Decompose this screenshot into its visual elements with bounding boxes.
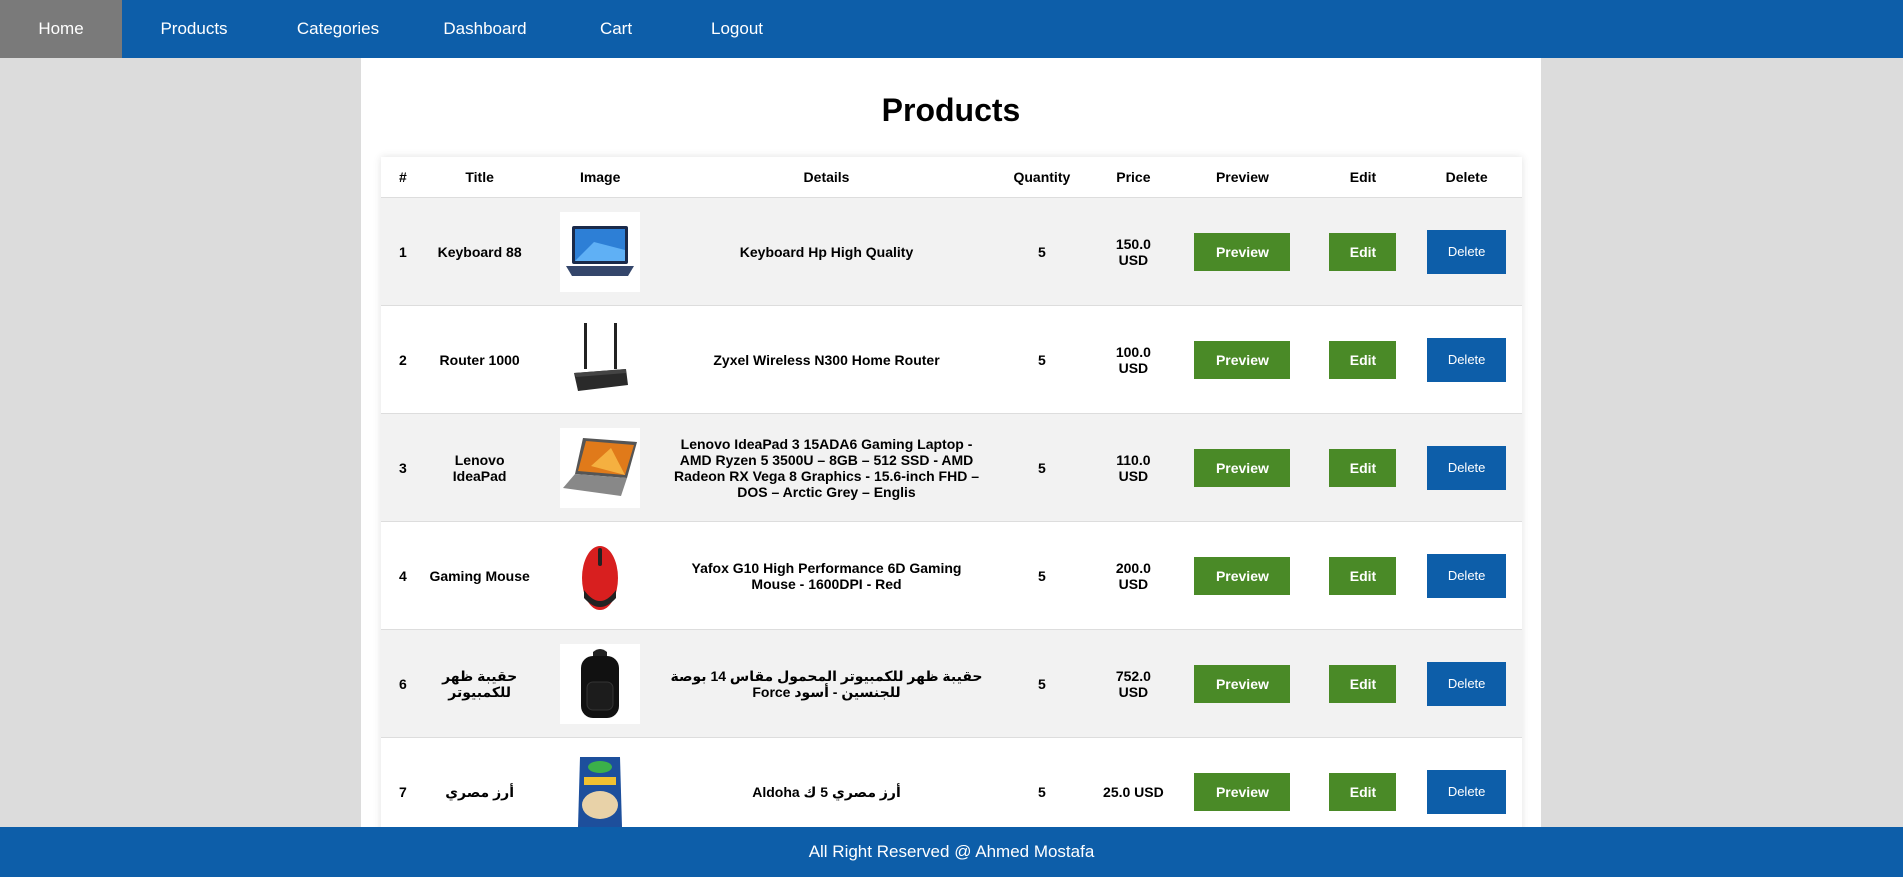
row-title: Keyboard 88 <box>424 197 535 306</box>
header-title: Title <box>424 157 535 198</box>
preview-button[interactable]: Preview <box>1194 664 1291 703</box>
table-row: 1 Keyboard 88 Keyboard Hp High Quality 5… <box>381 197 1522 306</box>
row-quantity: 5 <box>987 521 1097 630</box>
edit-button[interactable]: Edit <box>1329 664 1397 703</box>
row-details: Yafox G10 High Performance 6D Gaming Mou… <box>665 521 988 630</box>
row-price: 100.0 USD <box>1096 305 1171 414</box>
page-title: Products <box>881 92 1021 128</box>
top-navbar: Home Products Categories Dashboard Cart … <box>0 0 1903 58</box>
header-quantity: Quantity <box>987 157 1097 198</box>
row-title: أرز مصري <box>424 737 535 828</box>
delete-button[interactable]: Delete <box>1427 229 1507 274</box>
header-image: Image <box>534 157 666 198</box>
nav-cart[interactable]: Cart <box>560 0 672 58</box>
delete-button[interactable]: Delete <box>1427 445 1507 490</box>
delete-button[interactable]: Delete <box>1427 661 1507 706</box>
table-row: 7 أرز مصري أرز مصري 5 ك Aldoha 5 25.0 US… <box>381 737 1522 828</box>
nav-home[interactable]: Home <box>0 0 122 58</box>
preview-button[interactable]: Preview <box>1194 340 1291 379</box>
rice-bag-icon <box>560 751 641 828</box>
header-edit: Edit <box>1314 157 1412 198</box>
row-quantity: 5 <box>987 413 1097 522</box>
router-icon <box>560 319 641 400</box>
row-number: 2 <box>381 305 425 414</box>
row-price: 200.0 USD <box>1096 521 1171 630</box>
header-delete: Delete <box>1411 157 1522 198</box>
backpack-icon <box>560 643 641 724</box>
laptop-icon <box>560 427 641 508</box>
table-row: 4 Gaming Mouse Yafox G10 High Performanc… <box>381 521 1522 630</box>
edit-button[interactable]: Edit <box>1329 232 1397 271</box>
footer-text: All Right Reserved @ Ahmed Mostafa <box>808 842 1095 861</box>
nav-logout[interactable]: Logout <box>672 0 802 58</box>
row-title: حقيبة ظهر للكمبيوتر <box>424 629 535 738</box>
row-details: Keyboard Hp High Quality <box>665 197 988 306</box>
row-quantity: 5 <box>987 305 1097 414</box>
delete-button[interactable]: Delete <box>1427 337 1507 382</box>
nav-categories[interactable]: Categories <box>266 0 410 58</box>
row-price: 150.0 USD <box>1096 197 1171 306</box>
header-preview: Preview <box>1170 157 1315 198</box>
edit-button[interactable]: Edit <box>1329 340 1397 379</box>
row-price: 752.0 USD <box>1096 629 1171 738</box>
mouse-icon <box>560 535 641 616</box>
row-quantity: 5 <box>987 737 1097 828</box>
edit-button[interactable]: Edit <box>1329 556 1397 595</box>
row-number: 1 <box>381 197 425 306</box>
row-number: 6 <box>381 629 425 738</box>
header-price: Price <box>1096 157 1171 198</box>
footer: All Right Reserved @ Ahmed Mostafa <box>0 827 1903 877</box>
edit-button[interactable]: Edit <box>1329 448 1397 487</box>
preview-button[interactable]: Preview <box>1194 772 1291 811</box>
nav-products[interactable]: Products <box>122 0 266 58</box>
products-table: # Title Image Details Quantity Price Pre… <box>381 157 1522 828</box>
table-row: 3 Lenovo IdeaPad Lenovo IdeaPad 3 15ADA6… <box>381 413 1522 522</box>
laptop-icon <box>560 211 641 292</box>
header-details: Details <box>665 157 988 198</box>
table-row: 2 Router 1000 Zyxel Wireless N300 Home R… <box>381 305 1522 414</box>
nav-dashboard[interactable]: Dashboard <box>410 0 560 58</box>
row-number: 3 <box>381 413 425 522</box>
delete-button[interactable]: Delete <box>1427 769 1507 814</box>
row-title: Router 1000 <box>424 305 535 414</box>
preview-button[interactable]: Preview <box>1194 556 1291 595</box>
header-number: # <box>381 157 425 198</box>
row-details: أرز مصري 5 ك Aldoha <box>665 737 988 828</box>
preview-button[interactable]: Preview <box>1194 232 1291 271</box>
table-header-row: # Title Image Details Quantity Price Pre… <box>381 157 1522 198</box>
row-details: حقيبة ظهر للكمبيوتر المحمول مقاس 14 بوصة… <box>665 629 988 738</box>
table-row: 6 حقيبة ظهر للكمبيوتر حقيبة ظهر للكمبيوت… <box>381 629 1522 738</box>
main-panel: Products # Title Image Details Quantity … <box>361 58 1541 828</box>
row-title: Gaming Mouse <box>424 521 535 630</box>
row-title: Lenovo IdeaPad <box>424 413 535 522</box>
products-table-container: # Title Image Details Quantity Price Pre… <box>381 157 1522 828</box>
row-number: 4 <box>381 521 425 630</box>
row-details: Zyxel Wireless N300 Home Router <box>665 305 988 414</box>
row-number: 7 <box>381 737 425 828</box>
row-price: 25.0 USD <box>1096 737 1171 828</box>
row-quantity: 5 <box>987 197 1097 306</box>
row-quantity: 5 <box>987 629 1097 738</box>
edit-button[interactable]: Edit <box>1329 772 1397 811</box>
preview-button[interactable]: Preview <box>1194 448 1291 487</box>
row-details: Lenovo IdeaPad 3 15ADA6 Gaming Laptop - … <box>665 413 988 522</box>
delete-button[interactable]: Delete <box>1427 553 1507 598</box>
row-price: 110.0 USD <box>1096 413 1171 522</box>
